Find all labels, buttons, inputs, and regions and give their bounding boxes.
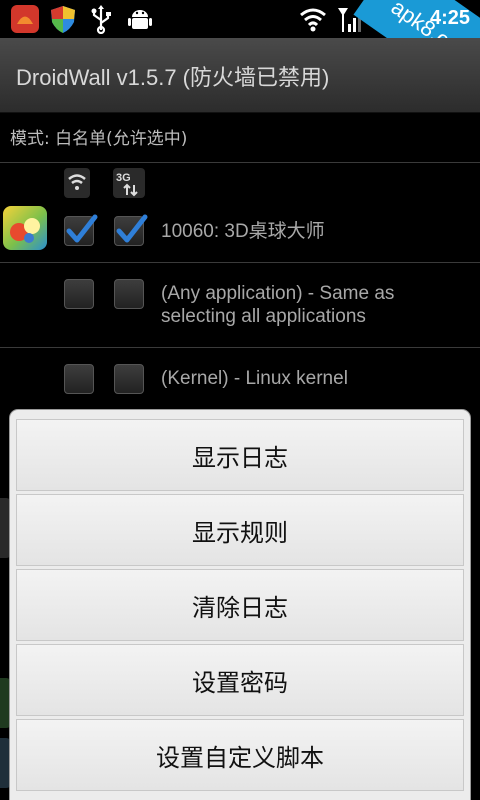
wifi-icon [298, 4, 328, 34]
list-item[interactable]: (Any application) - Same as selecting al… [0, 263, 480, 347]
mode-label[interactable]: 模式: 白名单(允许选中) [10, 124, 187, 149]
app-name-line: selecting all applications [161, 306, 366, 327]
mobile-column-icon: 3G [113, 168, 145, 198]
app-notification-icon [10, 4, 40, 34]
app-name: 10060: 3D桌球大师 [161, 221, 325, 242]
app-name-line: (Any application) - Same as [161, 283, 395, 304]
options-menu: 显示日志 显示规则 清除日志 设置密码 设置自定义脚本 [10, 410, 470, 800]
menu-item-set-password[interactable]: 设置密码 [16, 644, 464, 716]
title-bar: DroidWall v1.5.7 (防火墙已禁用) [0, 38, 480, 113]
menu-item-clear-log[interactable]: 清除日志 [16, 569, 464, 641]
mobile-checkbox[interactable] [114, 279, 144, 309]
menu-item-custom-script[interactable]: 设置自定义脚本 [16, 719, 464, 791]
status-time: 4:25 [429, 7, 470, 29]
menu-item-show-log[interactable]: 显示日志 [16, 419, 464, 491]
mobile-checkbox[interactable] [114, 364, 144, 394]
page-title: DroidWall v1.5.7 (防火墙已禁用) [16, 65, 330, 90]
wifi-checkbox[interactable] [64, 279, 94, 309]
menu-item-show-rules[interactable]: 显示规则 [16, 494, 464, 566]
mobile-column-label: 3G [116, 172, 131, 184]
shield-icon [48, 4, 78, 34]
wifi-checkbox[interactable] [64, 214, 98, 246]
app-name: (Kernel) - Linux kernel [161, 368, 348, 389]
wifi-checkbox[interactable] [64, 364, 94, 394]
list-item[interactable]: (Kernel) - Linux kernel [0, 348, 480, 408]
app-name: (Any application) - Same as selecting al… [161, 282, 394, 328]
mobile-checkbox[interactable] [114, 214, 148, 246]
app-icon [3, 206, 47, 250]
wifi-column-icon [64, 168, 90, 198]
divider [0, 162, 480, 163]
list-item[interactable]: 10060: 3D桌球大师 [0, 206, 480, 262]
status-bar: apk8.com 4:25 [0, 0, 480, 101]
usb-icon [88, 4, 118, 35]
android-debug-icon [126, 4, 156, 34]
